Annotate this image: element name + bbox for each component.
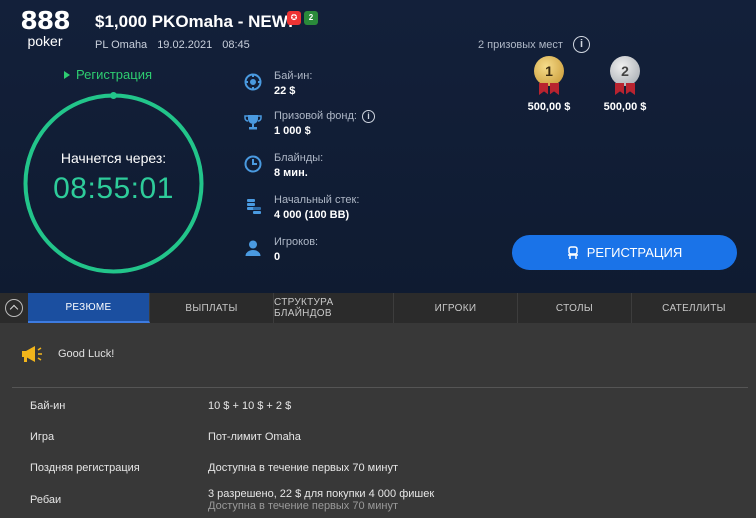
pko-badge-icon: ✪ [287,11,301,25]
info-icon[interactable]: i [572,36,590,53]
blinds-label: Блайнды: [274,152,324,164]
registration-status-label: Регистрация [76,67,152,82]
chip-stack-icon [247,199,261,214]
clock-icon [244,155,262,173]
two-bounty-badge: 2 [304,11,318,25]
detail-row-late-reg: Поздняя регистрация Доступна в течение п… [12,457,748,479]
registration-status: Регистрация [64,67,152,82]
prize-places-label: 2 призовых мест [478,38,563,51]
register-button-label: РЕГИСТРАЦИЯ [586,245,683,260]
collapse-button[interactable] [0,293,28,323]
prize-place-2: 2 500,00 $ [595,56,655,113]
detail-row-buyin: Бай-ин 10 $ + 10 $ + 2 $ [12,395,748,417]
detail-value: 10 $ + 10 $ + 2 $ [208,400,292,412]
info-buyin: Бай-ин: 22 $ [244,69,312,99]
info-icon[interactable]: i [361,109,375,123]
play-triangle-icon [64,70,70,79]
tournament-title: $1,000 PKOmaha - NEW! [95,12,294,31]
players-value: 0 [274,251,281,263]
megaphone-icon [22,346,42,362]
prize-amount: 500,00 $ [527,101,571,113]
medal-ribbon [539,83,559,95]
gold-medal-icon: 1 [534,56,564,86]
detail-key: Ребаи [30,494,62,506]
detail-value: 3 разрешено, 22 $ для покупки 4 000 фише… [208,488,435,500]
prize-places-count: 2 призовых мест i [478,36,590,53]
tab-summary[interactable]: РЕЗЮМЕ [28,293,150,323]
seat-icon [567,245,578,259]
detail-key: Игра [30,431,55,443]
medal-ribbon [615,83,635,95]
tournament-header: 888 poker $1,000 PKOmaha - NEW! ✪ 2 PL O… [0,0,756,293]
tab-blind-structure[interactable]: СТРУКТУРА БЛАЙНДОВ [274,293,394,323]
announcement: Good Luck! [20,345,114,363]
buyin-value: 22 $ [274,85,296,97]
blinds-value: 8 мин. [274,167,308,179]
info-prize-pool: Призовой фонд: i 1 000 $ [244,109,375,139]
tournament-badges: ✪ 2 [287,11,318,25]
user-icon [245,240,261,256]
register-button[interactable]: РЕГИСТРАЦИЯ [512,235,737,270]
logo-mark: 888 [20,6,70,35]
prize-pool-label-row: Призовой фонд: i [274,109,375,123]
info-blinds: Блайнды: 8 мин. [244,151,323,181]
starting-stack-label: Начальный стек: [274,194,360,206]
888poker-logo: 888 poker [14,8,76,54]
game-type: PL Omaha [95,39,148,51]
countdown-timer: Начнется через: 08:55:01 [22,92,205,275]
detail-key: Бай-ин [30,400,66,412]
tab-bar: РЕЗЮМЕ ВЫПЛАТЫ СТРУКТУРА БЛАЙНДОВ ИГРОКИ… [0,293,756,323]
chevron-up-icon [5,299,23,317]
tab-tables[interactable]: СТОЛЫ [518,293,632,323]
trophy-icon [244,115,262,130]
timer-value: 08:55:01 [53,172,174,205]
tab-payouts[interactable]: ВЫПЛАТЫ [150,293,274,323]
buyin-label: Бай-ин: [274,70,313,82]
timer-label: Начнется через: [60,150,167,166]
prize-place-1: 1 500,00 $ [519,56,579,113]
summary-panel: Good Luck! Бай-ин 10 $ + 10 $ + 2 $ Игра… [0,323,756,518]
start-time: 08:45 [222,39,250,51]
players-label: Игроков: [274,236,319,248]
prize-amount: 500,00 $ [603,101,647,113]
announcement-text: Good Luck! [58,348,115,360]
tab-players[interactable]: ИГРОКИ [394,293,518,323]
info-players: Игроков: 0 [244,235,318,265]
tab-satellites[interactable]: САТЕЛЛИТЫ [632,293,756,323]
detail-key: Поздняя регистрация [30,462,140,474]
logo-text: poker [27,33,63,49]
detail-value: Доступна в течение первых 70 минут [208,462,398,474]
prize-pool-value: 1 000 $ [274,125,311,137]
start-date: 19.02.2021 [157,39,213,51]
silver-medal-icon: 2 [610,56,640,86]
detail-row-rebuy: Ребаи 3 разрешено, 22 $ для покупки 4 00… [12,485,748,515]
prize-pool-label: Призовой фонд: [274,110,357,122]
detail-row-game: Игра Пот-лимит Omaha [12,426,748,448]
divider [12,387,748,388]
tournament-subtitle: PL Omaha 19.02.2021 08:45 [95,39,250,51]
timer-knob [110,92,117,99]
chip-icon [244,73,262,91]
info-starting-stack: Начальный стек: 4 000 (100 BB) [244,193,359,223]
starting-stack-value: 4 000 (100 BB) [274,209,350,221]
detail-value-secondary: Доступна в течение первых 70 минут [208,500,398,512]
detail-value: Пот-лимит Omaha [208,431,301,443]
